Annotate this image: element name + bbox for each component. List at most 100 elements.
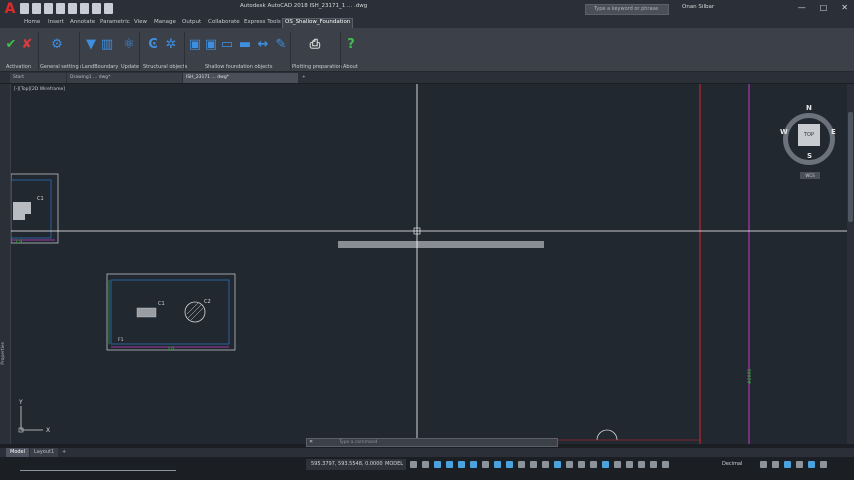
- save-icon[interactable]: [44, 3, 53, 14]
- general-settings-icon[interactable]: ⚙: [50, 38, 64, 52]
- dynamic-input-icon[interactable]: [446, 461, 453, 468]
- model-space-button[interactable]: MODEL: [385, 459, 403, 470]
- annotation-visibility-icon[interactable]: [602, 461, 609, 468]
- viewcube-west[interactable]: W: [780, 128, 788, 136]
- dimension-icon[interactable]: ↔: [256, 38, 270, 52]
- annotation-scale-icon[interactable]: [626, 461, 633, 468]
- customization-menu-icon[interactable]: [820, 461, 827, 468]
- units-dropdown[interactable]: Decimal: [722, 459, 742, 470]
- snap-icon[interactable]: [422, 461, 429, 468]
- user-sign-in[interactable]: Onan Silbar: [682, 4, 714, 10]
- horizontal-scrollbar[interactable]: [20, 470, 176, 471]
- tab-output[interactable]: Output: [182, 19, 201, 25]
- column-icon[interactable]: Ͼ: [146, 38, 160, 52]
- web-icon[interactable]: [68, 3, 77, 14]
- annotation-monitor-icon[interactable]: [650, 461, 657, 468]
- tab-layout1[interactable]: Layout1: [30, 448, 59, 457]
- plot-icon[interactable]: [80, 3, 89, 14]
- update-icon[interactable]: ⚛: [122, 38, 136, 52]
- land-boundary-icon[interactable]: ▼: [84, 38, 98, 52]
- hardware-acceleration-icon[interactable]: [796, 461, 803, 468]
- strip-footing-icon[interactable]: ▭: [220, 38, 234, 52]
- wcs-menu-button[interactable]: WCS: [800, 172, 820, 179]
- minimize-button[interactable]: —: [798, 3, 806, 12]
- add-layout-plus-icon[interactable]: +: [58, 448, 71, 457]
- doc-tab-start[interactable]: Start: [10, 73, 66, 83]
- maximize-button[interactable]: □: [820, 3, 828, 12]
- selection-filter-icon[interactable]: [578, 461, 585, 468]
- tie-beam-icon[interactable]: ▬: [238, 38, 252, 52]
- tab-collaborate[interactable]: Collaborate: [208, 19, 240, 25]
- plus-units-icon[interactable]: [662, 461, 669, 468]
- tab-os-shallow-foundation[interactable]: OS_Shallow_Foundation: [282, 18, 354, 28]
- open-icon[interactable]: [32, 3, 41, 14]
- polar-icon[interactable]: [470, 461, 477, 468]
- tab-home[interactable]: Home: [24, 19, 40, 25]
- autocad-logo-icon[interactable]: A: [2, 1, 18, 17]
- autoscale-icon[interactable]: [614, 461, 621, 468]
- workspace-gear-icon[interactable]: [638, 461, 645, 468]
- grey-beam: [338, 241, 544, 248]
- doc-tab-drawing1[interactable]: Drawing1 ... dwg*: [67, 73, 182, 83]
- viewcube[interactable]: TOP N S E W WCS: [770, 104, 850, 184]
- isolated-footing-icon[interactable]: ▣: [188, 38, 202, 52]
- command-line-close-icon[interactable]: ✕: [309, 439, 313, 445]
- vertical-scrollbar[interactable]: [847, 84, 854, 444]
- drawing-canvas[interactable]: #2000 C1 1.9 C1 C2 F1 3.6 X Y: [11, 84, 847, 444]
- tab-manage[interactable]: Manage: [154, 19, 176, 25]
- tab-insert[interactable]: Insert: [48, 19, 64, 25]
- printer-icon[interactable]: ⎙: [308, 38, 322, 52]
- beam-icon[interactable]: ✲: [164, 38, 178, 52]
- undo-icon[interactable]: [92, 3, 101, 14]
- tab-parametric[interactable]: Parametric: [100, 19, 130, 25]
- dynamic-ucs-icon[interactable]: [566, 461, 573, 468]
- help-question-icon[interactable]: ?: [344, 38, 358, 52]
- footing-a-label: C1: [37, 196, 44, 202]
- gizmo-icon[interactable]: [590, 461, 597, 468]
- object-snap-icon[interactable]: [506, 461, 513, 468]
- viewcube-north[interactable]: N: [806, 104, 812, 112]
- activate-check-icon[interactable]: ✔: [4, 38, 18, 52]
- viewcube-top-face[interactable]: TOP: [798, 124, 820, 146]
- lock-ui-icon[interactable]: [772, 461, 779, 468]
- search-input[interactable]: Type a keyword or phrase: [585, 4, 669, 15]
- scrollbar-thumb[interactable]: [848, 112, 853, 222]
- redo-icon[interactable]: [104, 3, 113, 14]
- command-input[interactable]: Type a command: [339, 440, 549, 445]
- new-icon[interactable]: [20, 3, 29, 14]
- 3d-osnap-icon[interactable]: [554, 461, 561, 468]
- footing-bottom: C1 C2 F1 3.6: [106, 273, 236, 352]
- close-button[interactable]: ✕: [841, 3, 848, 12]
- deactivate-x-icon[interactable]: ✘: [20, 38, 34, 52]
- isodraft-icon[interactable]: [482, 461, 489, 468]
- new-tab-plus-icon[interactable]: +: [300, 73, 310, 83]
- ribbon-panel: ✔ ✘ Activation ⚙ General settings ▼ ▥ La…: [0, 28, 854, 72]
- viewport-controls[interactable]: [-][Top][2D Wireframe]: [14, 87, 65, 92]
- tab-model[interactable]: Model: [6, 448, 30, 457]
- lineweight-icon[interactable]: [518, 461, 525, 468]
- boundary-grid-icon[interactable]: ▥: [100, 38, 114, 52]
- viewcube-east[interactable]: E: [831, 128, 836, 136]
- combined-footing-icon[interactable]: ▣: [204, 38, 218, 52]
- tab-view[interactable]: View: [134, 19, 147, 25]
- selection-cycling-icon[interactable]: [542, 461, 549, 468]
- tab-annotate[interactable]: Annotate: [70, 19, 95, 25]
- drawing-area[interactable]: #2000 C1 1.9 C1 C2 F1 3.6 X Y [-][Top][2…: [10, 84, 847, 444]
- clean-screen-icon[interactable]: [808, 461, 815, 468]
- isolate-objects-icon[interactable]: [784, 461, 791, 468]
- object-snap-tracking-icon[interactable]: [494, 461, 501, 468]
- quick-properties-icon[interactable]: [760, 461, 767, 468]
- doc-tab-current[interactable]: ISH_23171 ... dwg*: [183, 73, 298, 83]
- ortho-icon[interactable]: [458, 461, 465, 468]
- status-bar: 595.3797, 593.5548, 0.0000 MODEL Decimal: [0, 457, 854, 480]
- tab-express-tools[interactable]: Express Tools: [244, 19, 281, 25]
- quick-access-toolbar: [20, 3, 113, 15]
- viewcube-south[interactable]: S: [807, 152, 812, 160]
- properties-palette-label[interactable]: Properties: [1, 342, 6, 365]
- infer-constraints-icon[interactable]: [434, 461, 441, 468]
- grid-icon[interactable]: [410, 461, 417, 468]
- transparency-icon[interactable]: [530, 461, 537, 468]
- save-as-icon[interactable]: [56, 3, 65, 14]
- pencil-icon[interactable]: ✎: [274, 38, 288, 52]
- dim-b-label: 3.6: [167, 346, 174, 352]
